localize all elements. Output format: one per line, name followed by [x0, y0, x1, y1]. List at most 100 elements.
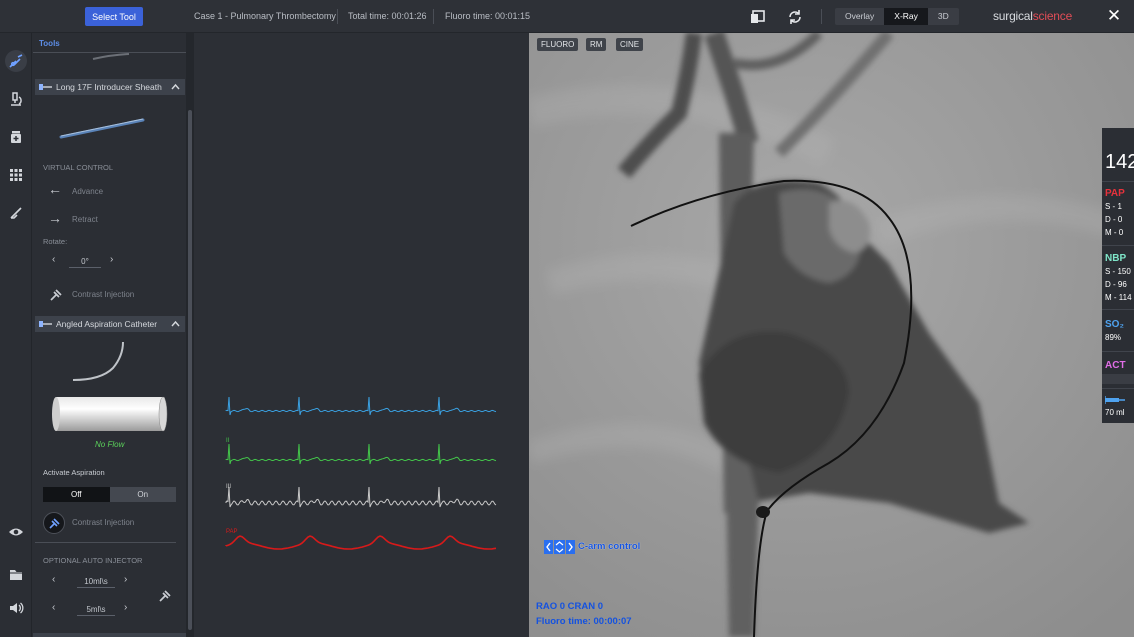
so2-value: 89% [1105, 333, 1122, 342]
divider [433, 9, 434, 24]
layout-icon[interactable] [749, 8, 767, 26]
tab-cine[interactable]: CINE [616, 38, 644, 51]
carm-control-label[interactable]: C-arm control [578, 541, 640, 552]
ecg-monitor: II III PAP [194, 33, 529, 637]
refresh-icon[interactable] [786, 8, 804, 26]
eye-icon[interactable] [5, 521, 27, 543]
catheter-contrast-injection[interactable]: Contrast Injection [72, 518, 134, 527]
act-label: ACT [1105, 360, 1126, 371]
divider [1102, 388, 1134, 389]
ecg-traces: II III PAP [225, 396, 497, 550]
chevron-up-icon[interactable] [171, 320, 180, 328]
vitals-panel: 142 PAP S - 1 D - 0 M - 0 NBP S - 150 D … [1102, 128, 1134, 423]
sheath-icon [39, 84, 52, 90]
view-xray[interactable]: X-Ray [884, 8, 928, 25]
injector-rate-2[interactable]: 5ml\s [77, 603, 115, 616]
nbp-diastolic: D - 96 [1105, 280, 1127, 289]
divider [1102, 181, 1134, 182]
view-mode-toggle: Overlay X-Ray 3D [835, 8, 959, 25]
top-bar: Select Tool Case 1 - Pulmonary Thrombect… [0, 0, 1134, 33]
rotate-value[interactable]: 0° [69, 255, 101, 268]
aspiration-canister [52, 396, 168, 432]
injector-rate-1[interactable]: 10ml\s [77, 575, 115, 588]
retract-button[interactable]: Retract [72, 215, 98, 224]
case-title: Case 1 - Pulmonary Thrombectomy [194, 11, 336, 21]
select-tool-button[interactable]: Select Tool [85, 7, 143, 26]
arrow-right-icon[interactable]: → [48, 210, 62, 226]
divider [1102, 245, 1134, 246]
scroll-thumb[interactable] [188, 110, 192, 630]
guidewire-icon[interactable] [5, 50, 27, 72]
tab-fluoro[interactable]: FLUORO [537, 38, 579, 51]
scalpel-icon[interactable] [5, 202, 27, 224]
lead-label-pap: PAP [226, 529, 238, 535]
tools-scrollbar[interactable] [186, 33, 194, 637]
activate-aspiration-label: Activate Aspiration [43, 468, 105, 477]
rate1-decrease-icon[interactable]: ‹ [52, 574, 55, 585]
tools-panel: Tools Long 17F Introducer Sheath VIRTUAL… [33, 33, 186, 637]
sheath-label: Long 17F Introducer Sheath [56, 82, 162, 92]
folder-icon[interactable] [5, 564, 27, 586]
microscope-icon[interactable] [5, 88, 27, 110]
divider [1102, 309, 1134, 310]
rotate-label: Rotate: [43, 237, 68, 246]
close-icon[interactable]: ✕ [1106, 7, 1122, 25]
pap-diastolic: D - 0 [1105, 215, 1123, 224]
rotate-increase-icon[interactable]: › [110, 254, 113, 265]
advance-button[interactable]: Advance [72, 187, 103, 196]
so2-label: SO₂ [1105, 319, 1124, 330]
rate2-increase-icon[interactable]: › [124, 602, 127, 613]
rate1-increase-icon[interactable]: › [124, 574, 127, 585]
pap-label: PAP [1105, 188, 1125, 199]
app: Select Tool Case 1 - Pulmonary Thrombect… [0, 0, 1134, 637]
sheath-section-header[interactable]: Long 17F Introducer Sheath [35, 79, 185, 95]
tab-rm[interactable]: RM [586, 38, 607, 51]
nbp-systolic: S - 150 [1105, 267, 1131, 276]
previous-tool-preview [92, 53, 130, 60]
icon-rail [0, 33, 32, 637]
arrow-left-icon[interactable]: ← [48, 181, 62, 197]
catheter-section-header[interactable]: Angled Aspiration Catheter [35, 316, 185, 332]
chevron-up-icon[interactable] [171, 83, 180, 91]
aspiration-toggle: Off On [43, 487, 176, 502]
divider [821, 9, 822, 24]
view-overlay[interactable]: Overlay [835, 8, 884, 25]
rate2-decrease-icon[interactable]: ‹ [52, 602, 55, 613]
syringe-icon[interactable] [49, 288, 63, 302]
contrast-injection-button[interactable] [43, 512, 65, 534]
sheath-preview [59, 118, 145, 139]
carm-control-icon[interactable] [544, 540, 575, 554]
catheter-preview [72, 341, 124, 381]
ecg-trace-3 [225, 486, 497, 508]
syringe-icon[interactable] [158, 589, 172, 603]
volume-icon[interactable] [5, 597, 27, 619]
tools-title: Tools [39, 39, 60, 48]
fluoro-time: Fluoro time: 00:00:07 [536, 616, 632, 627]
medication-icon[interactable] [5, 126, 27, 148]
aspiration-off-button[interactable]: Off [43, 487, 110, 502]
auto-injector-label: OPTIONAL AUTO INJECTOR [43, 556, 143, 565]
catheter-icon [39, 321, 52, 327]
next-section-edge [33, 633, 186, 637]
nbp-label: NBP [1105, 253, 1127, 264]
syringe-icon [1105, 396, 1125, 404]
ecg-trace-4 [225, 535, 497, 550]
fluoro-viewport[interactable]: FLUORO RM CINE C-arm control RAO 0 CRAN … [529, 33, 1134, 637]
sheath-contrast-injection[interactable]: Contrast Injection [72, 290, 134, 299]
catheter-label: Angled Aspiration Catheter [56, 319, 158, 329]
nbp-mean: M - 114 [1105, 293, 1132, 302]
lead-label-ii: II [226, 438, 230, 444]
total-time: Total time: 00:01:26 [348, 11, 427, 21]
pap-mean: M - 0 [1105, 228, 1124, 237]
virtual-control-label: VIRTUAL CONTROL [43, 163, 114, 172]
act-value-box [1102, 374, 1134, 384]
divider [337, 9, 338, 24]
flow-status: No Flow [95, 440, 125, 449]
heart-rate: 142 [1105, 151, 1134, 173]
rotate-decrease-icon[interactable]: ‹ [52, 254, 55, 265]
contrast-volume: 70 ml [1105, 408, 1125, 417]
ecg-trace-1 [225, 396, 497, 416]
view-3d[interactable]: 3D [928, 8, 959, 25]
aspiration-on-button[interactable]: On [109, 487, 176, 502]
grid-icon[interactable] [5, 164, 27, 186]
